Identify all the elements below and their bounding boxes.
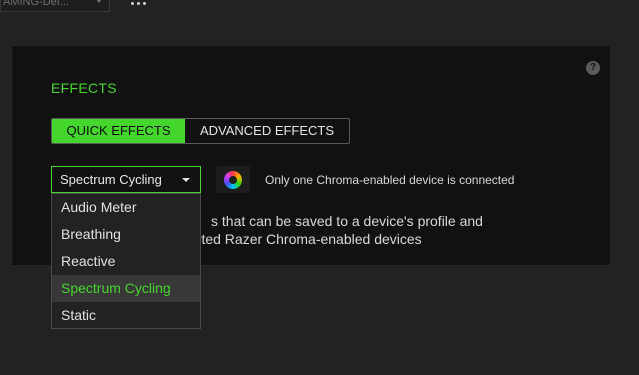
- effect-option-breathing[interactable]: Breathing: [52, 221, 200, 248]
- effect-option-spectrum-cycling[interactable]: Spectrum Cycling: [52, 275, 200, 302]
- effect-options-list: Audio Meter Breathing Reactive Spectrum Cyc…: [51, 193, 201, 329]
- more-dot-icon: [136, 1, 140, 5]
- more-options-button[interactable]: [128, 0, 148, 8]
- effect-select-dropdown[interactable]: Spectrum Cycling: [51, 166, 201, 193]
- chevron-down-icon: [182, 178, 190, 182]
- tab-quick-effects[interactable]: QUICK EFFECTS: [52, 119, 185, 143]
- more-dot-icon: [130, 1, 134, 5]
- chevron-down-icon: [95, 0, 103, 3]
- synapse-lighting-page: AMING-Def... ? EFFECTS QUICK EFFECTS ADV…: [0, 0, 639, 375]
- effects-tabs: QUICK EFFECTS ADVANCED EFFECTS: [51, 118, 350, 144]
- profile-dropdown[interactable]: AMING-Def...: [0, 0, 110, 12]
- effect-option-audio-meter[interactable]: Audio Meter: [52, 194, 200, 221]
- tab-advanced-effects[interactable]: ADVANCED EFFECTS: [185, 119, 349, 143]
- help-question-icon[interactable]: ?: [586, 61, 600, 75]
- section-title: EFFECTS: [51, 80, 117, 96]
- effect-option-static[interactable]: Static: [52, 302, 200, 329]
- more-dot-icon: [142, 1, 146, 5]
- chroma-ring-icon: [224, 170, 242, 189]
- device-connection-note: Only one Chroma-enabled device is connec…: [265, 173, 515, 187]
- effect-option-reactive[interactable]: Reactive: [52, 248, 200, 275]
- profile-name: AMING-Def...: [3, 0, 70, 8]
- effect-select-value: Spectrum Cycling: [60, 172, 162, 187]
- chroma-color-button[interactable]: [216, 166, 250, 193]
